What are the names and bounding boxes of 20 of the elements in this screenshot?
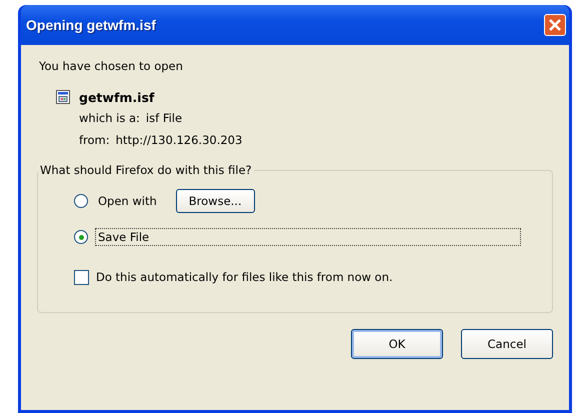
file-name: getwfm.isf <box>79 90 154 104</box>
radio-button[interactable] <box>74 194 88 208</box>
source-label: from: <box>79 133 110 147</box>
window-title: Opening getwfm.isf <box>26 17 156 33</box>
group-legend: What should Firefox do with this file? <box>38 163 254 177</box>
checkbox-label: Do this automatically for files like this from now on. <box>96 270 393 284</box>
option-label[interactable]: Save File <box>95 228 521 246</box>
file-icon <box>55 89 71 105</box>
source-url: http://130.126.30.203 <box>116 133 242 147</box>
intro-text: You have chosen to open <box>39 59 184 75</box>
cancel-button[interactable]: Cancel <box>461 329 553 359</box>
option-label[interactable]: Open with <box>95 192 160 210</box>
close-icon <box>548 18 562 32</box>
browse-button[interactable]: Browse... <box>176 189 255 213</box>
radio-button[interactable] <box>74 230 88 244</box>
checkbox[interactable] <box>74 270 89 284</box>
close-button[interactable] <box>544 14 566 36</box>
file-type-label: which is a: <box>79 111 140 125</box>
ok-button[interactable]: OK <box>351 329 443 359</box>
file-type-value: isf File <box>146 111 182 125</box>
